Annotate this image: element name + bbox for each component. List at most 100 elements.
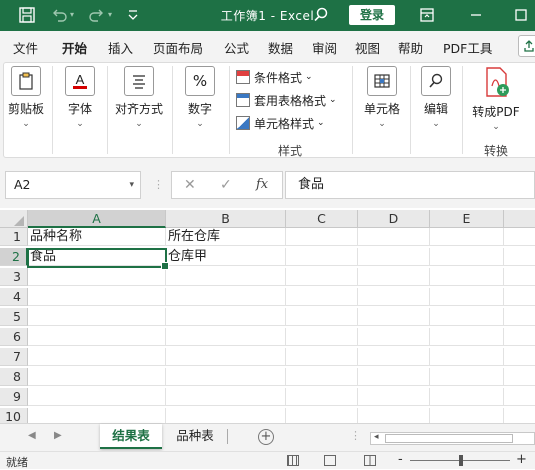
zoom-in-icon[interactable]: +: [516, 452, 527, 467]
grid-cell[interactable]: [286, 288, 358, 306]
grid-cell[interactable]: [358, 228, 430, 246]
column-header-d[interactable]: D: [358, 210, 430, 228]
resize-handle-icon[interactable]: ⋮: [153, 178, 164, 191]
column-header-a[interactable]: A: [28, 210, 166, 228]
editing-button[interactable]: 编辑 ⌄: [416, 66, 456, 129]
grid-cell[interactable]: [358, 368, 430, 386]
grid-cell[interactable]: [430, 368, 504, 386]
share-button[interactable]: [518, 35, 535, 57]
redo-dropdown-icon[interactable]: ▾: [108, 10, 112, 19]
alignment-button[interactable]: 对齐方式 ⌄: [112, 66, 166, 129]
sheet-tab-varieties[interactable]: 品种表: [164, 424, 226, 449]
login-button[interactable]: 登录: [349, 5, 395, 25]
convert-to-pdf-button[interactable]: 转成PDF ⌄: [468, 66, 524, 132]
grid-cell[interactable]: [504, 268, 535, 286]
grid-cell[interactable]: [430, 228, 504, 246]
grid-cell[interactable]: [28, 388, 166, 406]
grid-cell[interactable]: [28, 288, 166, 306]
grid-cell[interactable]: [504, 228, 535, 246]
row-header-2[interactable]: 2: [0, 248, 28, 266]
grid-cell[interactable]: [358, 328, 430, 346]
grid-cell[interactable]: [28, 308, 166, 326]
insert-function-icon[interactable]: fx: [256, 177, 268, 192]
cancel-icon[interactable]: ✕: [184, 177, 196, 193]
grid-cell[interactable]: [430, 268, 504, 286]
grid-cell[interactable]: [430, 348, 504, 366]
column-header-c[interactable]: C: [286, 210, 358, 228]
next-sheet-icon[interactable]: ▶: [54, 430, 62, 441]
grid-cell[interactable]: [166, 368, 286, 386]
grid-cell[interactable]: [430, 388, 504, 406]
grid-cell[interactable]: [504, 408, 535, 423]
cells-button[interactable]: 单元格 ⌄: [360, 66, 404, 129]
grid-cell[interactable]: [504, 288, 535, 306]
grid-cell[interactable]: [504, 348, 535, 366]
grid-cell[interactable]: [166, 388, 286, 406]
name-box[interactable]: A2 ▾: [5, 171, 141, 199]
grid-cell[interactable]: [430, 328, 504, 346]
grid-cell[interactable]: [286, 248, 358, 266]
grid-cell[interactable]: [166, 408, 286, 423]
clipboard-button[interactable]: 剪贴板 ⌄: [6, 66, 46, 129]
tab-insert[interactable]: 插入: [108, 38, 133, 57]
tab-pdf-tools[interactable]: PDF工具: [443, 38, 492, 57]
grid-cell[interactable]: [166, 308, 286, 326]
grid-cell[interactable]: [28, 348, 166, 366]
grid-cell[interactable]: [504, 248, 535, 266]
grid-cell[interactable]: [28, 268, 166, 286]
tab-review[interactable]: 审阅: [312, 38, 337, 57]
grid-cell[interactable]: [286, 408, 358, 423]
grid-cell[interactable]: [504, 368, 535, 386]
row-header-5[interactable]: 5: [0, 308, 28, 326]
grid-cell[interactable]: [286, 228, 358, 246]
cell-styles-button[interactable]: 单元格样式 ⌄: [236, 114, 325, 132]
enter-icon[interactable]: ✓: [220, 177, 232, 193]
zoom-slider-thumb[interactable]: [459, 455, 463, 466]
formula-input[interactable]: 食品: [285, 171, 535, 199]
grid-cell[interactable]: [28, 408, 166, 423]
grid-cell[interactable]: [28, 368, 166, 386]
grid-cell[interactable]: [358, 248, 430, 266]
page-layout-view-icon[interactable]: [324, 455, 336, 466]
grid-cell[interactable]: [358, 288, 430, 306]
grid-cell[interactable]: [286, 368, 358, 386]
zoom-out-icon[interactable]: -: [398, 452, 403, 467]
row-header-4[interactable]: 4: [0, 288, 28, 306]
column-header-f[interactable]: [504, 210, 535, 228]
ribbon-display-icon[interactable]: [418, 6, 436, 24]
scroll-left-icon[interactable]: ◂: [374, 432, 379, 442]
grid-cell[interactable]: [286, 328, 358, 346]
minimize-icon[interactable]: [467, 6, 485, 24]
page-break-view-icon[interactable]: [364, 455, 376, 466]
tab-file[interactable]: 文件: [13, 38, 38, 57]
customize-qat-icon[interactable]: [124, 6, 142, 24]
sheet-tab-results[interactable]: 结果表: [100, 424, 162, 449]
grid-cell[interactable]: [430, 288, 504, 306]
grid-cell[interactable]: [286, 388, 358, 406]
scrollbar-thumb[interactable]: [385, 434, 513, 443]
grid-cell[interactable]: [166, 328, 286, 346]
tab-view[interactable]: 视图: [355, 38, 380, 57]
grid-cell[interactable]: [166, 288, 286, 306]
tab-formulas[interactable]: 公式: [224, 38, 249, 57]
add-sheet-icon[interactable]: +: [258, 429, 274, 445]
column-header-b[interactable]: B: [166, 210, 286, 228]
column-header-e[interactable]: E: [430, 210, 504, 228]
grid-cell[interactable]: [166, 268, 286, 286]
grid-cell[interactable]: [28, 328, 166, 346]
grid-cell[interactable]: [358, 408, 430, 423]
number-button[interactable]: % 数字 ⌄: [180, 66, 220, 129]
row-header-7[interactable]: 7: [0, 348, 28, 366]
tab-split-handle-icon[interactable]: ⋮: [350, 429, 361, 442]
row-header-3[interactable]: 3: [0, 268, 28, 286]
grid-cell[interactable]: [504, 308, 535, 326]
row-header-10[interactable]: 10: [0, 408, 28, 423]
font-button[interactable]: A 字体 ⌄: [60, 66, 100, 129]
chevron-down-icon[interactable]: ▾: [129, 172, 134, 198]
tab-data[interactable]: 数据: [268, 38, 293, 57]
search-icon[interactable]: [312, 6, 330, 24]
grid-cell[interactable]: [166, 348, 286, 366]
grid-cell[interactable]: [286, 348, 358, 366]
cell-a1[interactable]: 品种名称: [28, 228, 166, 246]
save-icon[interactable]: [18, 6, 36, 24]
